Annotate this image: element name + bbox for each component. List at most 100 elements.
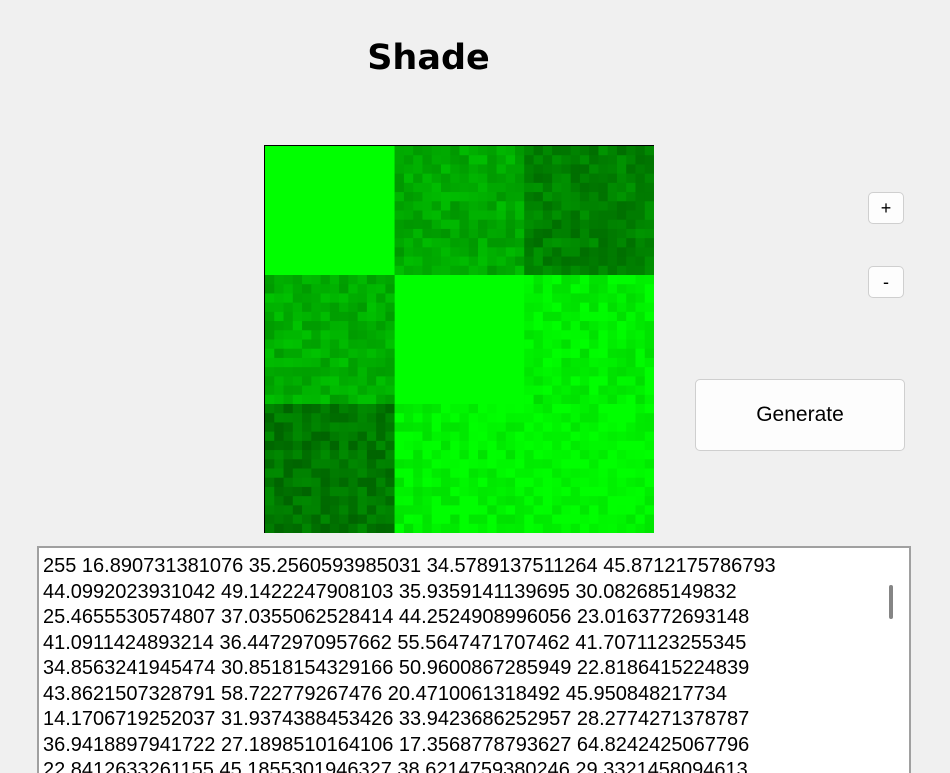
heatmap-cell	[459, 192, 470, 202]
heatmap-cell	[561, 155, 572, 165]
heatmap-cell	[616, 450, 627, 460]
heatmap-cell	[339, 514, 349, 525]
heatmap-cell	[607, 201, 618, 211]
heatmap-cell	[413, 164, 423, 175]
zoom-in-button[interactable]: +	[868, 192, 904, 224]
output-textbox[interactable]: 255 16.890731381076 35.2560593985031 34.…	[37, 546, 911, 773]
heatmap-cell	[644, 459, 654, 469]
heatmap-cell	[607, 311, 618, 322]
heatmap-cell	[542, 357, 553, 368]
heatmap-cell	[561, 330, 572, 340]
heatmap-cell	[366, 367, 377, 377]
heatmap-cell	[589, 431, 599, 442]
heatmap-cell	[265, 348, 275, 359]
heatmap-cell	[644, 523, 654, 533]
heatmap-cell	[579, 182, 590, 193]
heatmap-cell	[552, 238, 562, 248]
heatmap-cell	[570, 210, 581, 221]
heatmap-cell	[552, 514, 562, 525]
heatmap-cell	[616, 404, 627, 414]
heatmap-cell	[385, 357, 396, 368]
heatmap-cell	[542, 265, 553, 276]
heatmap-cell	[644, 413, 654, 423]
heatmap-cell	[552, 496, 562, 506]
heatmap-cell	[616, 293, 627, 304]
heatmap-cell	[542, 330, 553, 340]
heatmap-cell	[302, 311, 312, 322]
heatmap-cell	[496, 514, 507, 525]
heatmap-cell	[561, 146, 572, 156]
heatmap-cell	[302, 284, 312, 294]
heatmap-cell	[422, 201, 433, 211]
heatmap-cell	[626, 394, 636, 405]
heatmap-cell	[274, 459, 284, 469]
heatmap-cell	[644, 385, 654, 396]
heatmap-cell	[626, 339, 636, 350]
heatmap-cell	[607, 496, 618, 506]
heatmap-cell	[487, 422, 497, 433]
scroll-thumb[interactable]	[889, 585, 893, 619]
generate-button[interactable]: Generate	[695, 379, 905, 451]
heatmap-cell	[366, 413, 377, 423]
heatmap-cell	[394, 146, 405, 156]
heatmap-cell	[561, 219, 572, 230]
heatmap-cell	[274, 422, 284, 433]
heatmap-cell	[515, 247, 525, 257]
heatmap-cell	[644, 477, 654, 488]
heatmap-cell	[598, 311, 609, 322]
heatmap-cell	[311, 394, 321, 405]
heatmap-cell	[505, 182, 516, 193]
heatmap-cell	[302, 321, 312, 331]
heatmap-cell	[468, 182, 479, 193]
vertical-scrollbar[interactable]	[875, 548, 909, 773]
heatmap-cell	[589, 348, 599, 359]
heatmap-cell	[459, 228, 470, 239]
heatmap-cell	[357, 394, 368, 405]
zoom-out-button[interactable]: -	[868, 266, 904, 298]
heatmap-cell	[385, 293, 396, 304]
heatmap-cell	[459, 155, 470, 165]
heatmap-cell	[552, 440, 562, 451]
heatmap-cell	[320, 413, 331, 423]
heatmap-cell	[320, 394, 331, 405]
heatmap-cell	[542, 339, 553, 350]
heatmap-cell	[607, 367, 618, 377]
heatmap-cell	[376, 486, 386, 497]
heatmap-cell	[533, 505, 544, 515]
heatmap-cell	[607, 385, 618, 396]
heatmap-cell	[487, 505, 497, 515]
heatmap-cell	[422, 477, 433, 488]
heatmap-cell	[552, 450, 562, 460]
heatmap-cell	[607, 275, 618, 285]
heatmap-cell	[413, 404, 423, 414]
heatmap-cell	[579, 348, 590, 359]
heatmap-cell	[348, 376, 359, 386]
heatmap-cell	[626, 247, 636, 257]
heatmap-cell	[487, 247, 497, 257]
heatmap-cell	[552, 201, 562, 211]
heatmap-cell	[487, 404, 497, 414]
heatmap-block	[265, 146, 396, 276]
heatmap-cell	[450, 468, 460, 479]
heatmap-cell	[542, 431, 553, 442]
heatmap-cell	[644, 486, 654, 497]
heatmap-cell	[607, 330, 618, 340]
heatmap-cell	[478, 182, 488, 193]
heatmap-cell	[265, 514, 275, 525]
heatmap-cell	[376, 302, 386, 313]
heatmap-cell	[542, 182, 553, 193]
heatmap-cell	[635, 422, 646, 433]
heatmap-cell	[552, 302, 562, 313]
heatmap-cell	[561, 496, 572, 506]
heatmap-cell	[487, 173, 497, 184]
heatmap-cell	[302, 404, 312, 414]
heatmap-cell	[413, 210, 423, 221]
heatmap-cell	[431, 164, 442, 175]
heatmap-cell	[626, 385, 636, 396]
heatmap-cell	[496, 238, 507, 248]
heatmap-cell	[478, 210, 488, 221]
heatmap-cell	[635, 219, 646, 230]
heatmap-cell	[505, 164, 516, 175]
heatmap-cell	[626, 293, 636, 304]
heatmap-cell	[524, 247, 534, 257]
